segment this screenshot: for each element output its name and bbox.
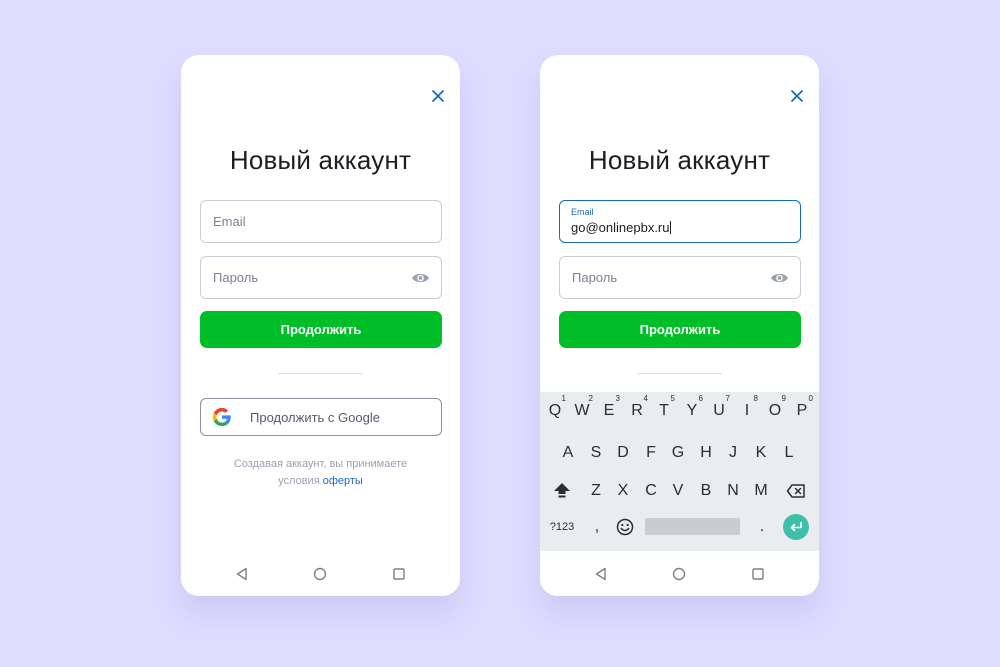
google-button-label: Продолжить с Google bbox=[250, 410, 380, 425]
password-field[interactable]: Пароль bbox=[200, 256, 442, 299]
onscreen-keyboard: Q1 W2 E3 R4 T5 Y6 U7 I8 O9 P0 A S D F G … bbox=[540, 392, 819, 551]
key[interactable]: E3 bbox=[597, 394, 621, 424]
key[interactable]: Y6 bbox=[680, 394, 704, 424]
shift-icon[interactable] bbox=[552, 481, 572, 501]
spacebar[interactable] bbox=[645, 518, 740, 535]
nav-home-icon[interactable] bbox=[671, 566, 687, 582]
nav-home-icon[interactable] bbox=[312, 566, 328, 582]
terms-line-2: условия оферты bbox=[181, 473, 460, 490]
key[interactable]: S bbox=[584, 440, 608, 466]
key[interactable]: V bbox=[666, 478, 690, 504]
key[interactable]: R4 bbox=[625, 394, 649, 424]
android-nav-bar bbox=[540, 552, 819, 596]
google-continue-button[interactable]: Продолжить с Google bbox=[200, 398, 442, 436]
key[interactable]: D bbox=[611, 440, 635, 466]
comma-key[interactable]: , bbox=[585, 514, 609, 540]
terms-line-1: Создавая аккаунт, вы принимаете bbox=[233, 458, 408, 470]
key[interactable]: O9 bbox=[763, 394, 787, 424]
divider bbox=[637, 373, 722, 374]
email-field[interactable]: Email go@onlinepbx.ru bbox=[559, 200, 801, 243]
keyboard-row-3: Z X C V B N M bbox=[540, 478, 819, 504]
continue-button[interactable]: Продолжить bbox=[559, 311, 801, 348]
eye-icon[interactable] bbox=[770, 270, 789, 286]
enter-key[interactable] bbox=[783, 514, 809, 540]
password-field[interactable]: Пароль bbox=[559, 256, 801, 299]
nav-back-icon[interactable] bbox=[593, 566, 609, 582]
phone-screen-signup: Новый аккаунт Email Пароль Продолжить Пр… bbox=[181, 55, 460, 596]
google-icon bbox=[212, 407, 232, 427]
keyboard-row-1: Q1 W2 E3 R4 T5 Y6 U7 I8 O9 P0 bbox=[540, 394, 819, 424]
keyboard-row-2: A S D F G H J K L bbox=[540, 440, 819, 466]
nav-recents-icon[interactable] bbox=[750, 566, 766, 582]
text-cursor bbox=[670, 221, 672, 234]
key[interactable]: H bbox=[694, 440, 718, 466]
key[interactable]: K bbox=[749, 440, 773, 466]
email-field[interactable]: Email bbox=[200, 200, 442, 243]
close-icon[interactable] bbox=[431, 89, 445, 103]
key[interactable]: M bbox=[749, 478, 773, 504]
nav-back-icon[interactable] bbox=[234, 566, 250, 582]
email-value: go@onlinepbx.ru bbox=[571, 220, 672, 235]
terms-text: Создавая аккаунт, вы принимаете условия … bbox=[181, 456, 460, 490]
nav-recents-icon[interactable] bbox=[391, 566, 407, 582]
close-icon[interactable] bbox=[790, 89, 804, 103]
key[interactable]: U7 bbox=[707, 394, 731, 424]
key[interactable]: B bbox=[694, 478, 718, 504]
keyboard-row-4: ?123 , . bbox=[540, 514, 819, 540]
password-placeholder: Пароль bbox=[572, 270, 618, 285]
key[interactable]: F bbox=[639, 440, 663, 466]
terms-prefix: условия bbox=[278, 475, 320, 487]
key[interactable]: T5 bbox=[652, 394, 676, 424]
key[interactable]: G bbox=[666, 440, 690, 466]
page-title: Новый аккаунт bbox=[588, 145, 771, 175]
key[interactable]: L bbox=[777, 440, 801, 466]
period-key[interactable]: . bbox=[750, 514, 774, 540]
key[interactable]: N bbox=[721, 478, 745, 504]
key[interactable]: P0 bbox=[790, 394, 814, 424]
key[interactable]: W2 bbox=[570, 394, 594, 424]
eye-icon[interactable] bbox=[411, 270, 430, 286]
key[interactable]: C bbox=[639, 478, 663, 504]
page-title: Новый аккаунт bbox=[229, 145, 412, 175]
enter-icon bbox=[790, 521, 802, 532]
key[interactable]: A bbox=[556, 440, 580, 466]
password-placeholder: Пароль bbox=[213, 270, 259, 285]
email-placeholder: Email bbox=[213, 214, 246, 229]
continue-button[interactable]: Продолжить bbox=[200, 311, 442, 348]
key[interactable]: Q1 bbox=[543, 394, 567, 424]
key[interactable]: J bbox=[721, 440, 745, 466]
email-floating-label: Email bbox=[571, 207, 594, 217]
android-nav-bar bbox=[181, 552, 460, 596]
phone-screen-signup-typing: Новый аккаунт Email go@onlinepbx.ru Паро… bbox=[540, 55, 819, 596]
key[interactable]: Z bbox=[584, 478, 608, 504]
key[interactable]: I8 bbox=[735, 394, 759, 424]
key[interactable]: X bbox=[611, 478, 635, 504]
divider bbox=[278, 373, 363, 374]
emoji-icon[interactable] bbox=[615, 517, 635, 537]
backspace-icon[interactable] bbox=[786, 481, 806, 501]
symbols-key[interactable]: ?123 bbox=[545, 514, 579, 540]
terms-offer-link[interactable]: оферты bbox=[323, 475, 363, 487]
